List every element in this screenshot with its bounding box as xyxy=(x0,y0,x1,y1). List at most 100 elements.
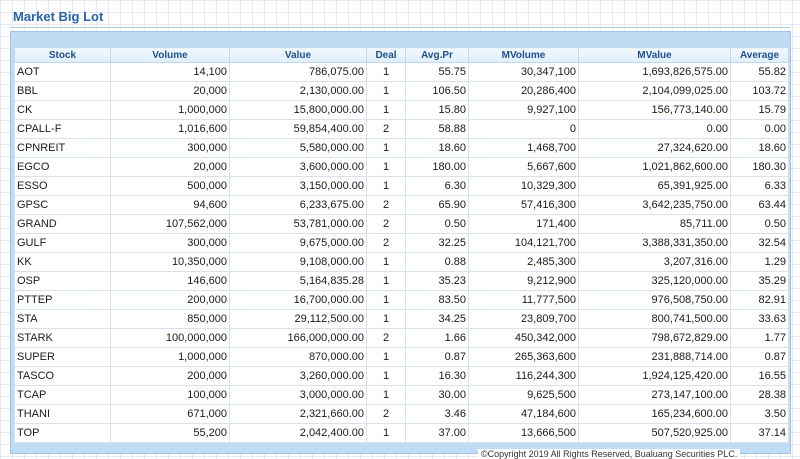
cell-value: 5,164,835.28 xyxy=(229,271,367,291)
cell-stock[interactable]: STARK xyxy=(14,328,111,348)
cell-stock[interactable]: GPSC xyxy=(14,195,111,215)
table-row[interactable]: STARK 100,000,000 166,000,000.00 2 1.66 450,3… xyxy=(14,328,789,348)
cell-volume: 20,000 xyxy=(110,81,230,101)
cell-value: 2,321,660.00 xyxy=(229,404,367,424)
table-row[interactable]: CPALL-F 1,016,600 59,854,400.00 2 58.88 0 0.00… xyxy=(14,119,789,139)
cell-deal: 2 xyxy=(366,328,406,348)
cell-mvalue: 976,508,750.00 xyxy=(578,290,731,310)
cell-mvolume: 23,809,700 xyxy=(468,309,579,329)
cell-mvalue: 2,104,099,025.00 xyxy=(578,81,731,101)
table-row[interactable]: CPNREIT 300,000 5,580,000.00 1 18.60 1,468,70… xyxy=(14,138,789,158)
cell-value: 9,108,000.00 xyxy=(229,252,367,272)
cell-stock[interactable]: TCAP xyxy=(14,385,111,405)
cell-stock[interactable]: AOT xyxy=(14,62,111,82)
table-row[interactable]: OSP 146,600 5,164,835.28 1 35.23 9,212,900 325… xyxy=(14,271,789,291)
cell-deal: 1 xyxy=(366,271,406,291)
cell-value: 16,700,000.00 xyxy=(229,290,367,310)
cell-average: 103.72 xyxy=(730,81,789,101)
cell-stock[interactable]: THANI xyxy=(14,404,111,424)
table-row[interactable]: THANI 671,000 2,321,660.00 2 3.46 47,184,600 1… xyxy=(14,404,789,424)
cell-value: 3,000,000.00 xyxy=(229,385,367,405)
column-header-stock[interactable]: Stock xyxy=(14,47,111,63)
column-header-volume[interactable]: Volume xyxy=(110,47,230,63)
cell-value: 786,075.00 xyxy=(229,62,367,82)
cell-avg-pr: 0.50 xyxy=(405,214,469,234)
cell-avg-pr: 106.50 xyxy=(405,81,469,101)
cell-average: 0.87 xyxy=(730,347,789,367)
cell-deal: 1 xyxy=(366,100,406,120)
table-row[interactable]: BBL 20,000 2,130,000.00 1 106.50 20,286,400 2,… xyxy=(14,81,789,101)
cell-avg-pr: 18.60 xyxy=(405,138,469,158)
cell-value: 29,112,500.00 xyxy=(229,309,367,329)
table-row[interactable]: GRAND 107,562,000 53,781,000.00 2 0.50 171,40… xyxy=(14,214,789,234)
cell-average: 6.33 xyxy=(730,176,789,196)
cell-average: 180.30 xyxy=(730,157,789,177)
cell-mvalue: 800,741,500.00 xyxy=(578,309,731,329)
cell-average: 55.82 xyxy=(730,62,789,82)
table-row[interactable]: AOT 14,100 786,075.00 1 55.75 30,347,100 1,693… xyxy=(14,62,789,82)
cell-deal: 2 xyxy=(366,214,406,234)
cell-mvalue: 165,234,600.00 xyxy=(578,404,731,424)
cell-stock[interactable]: ESSO xyxy=(14,176,111,196)
cell-mvalue: 85,711.00 xyxy=(578,214,731,234)
cell-stock[interactable]: GRAND xyxy=(14,214,111,234)
cell-average: 82.91 xyxy=(730,290,789,310)
table-row[interactable]: PTTEP 200,000 16,700,000.00 1 83.50 11,777,50… xyxy=(14,290,789,310)
cell-stock[interactable]: BBL xyxy=(14,81,111,101)
cell-stock[interactable]: CPALL-F xyxy=(14,119,111,139)
cell-stock[interactable]: KK xyxy=(14,252,111,272)
cell-volume: 107,562,000 xyxy=(110,214,230,234)
cell-volume: 1,000,000 xyxy=(110,100,230,120)
table-row[interactable]: KK 10,350,000 9,108,000.00 1 0.88 2,485,300 3,… xyxy=(14,252,789,272)
cell-mvalue: 3,207,316.00 xyxy=(578,252,731,272)
cell-stock[interactable]: CK xyxy=(14,100,111,120)
table-row[interactable]: STA 850,000 29,112,500.00 1 34.25 23,809,700 8… xyxy=(14,309,789,329)
cell-mvalue: 325,120,000.00 xyxy=(578,271,731,291)
cell-stock[interactable]: TASCO xyxy=(14,366,111,386)
column-header-mvalue[interactable]: MValue xyxy=(578,47,731,63)
cell-mvalue: 798,672,829.00 xyxy=(578,328,731,348)
cell-mvalue: 3,388,331,350.00 xyxy=(578,233,731,253)
table-row[interactable]: CK 1,000,000 15,800,000.00 1 15.80 9,927,100 1… xyxy=(14,100,789,120)
cell-deal: 2 xyxy=(366,119,406,139)
cell-avg-pr: 16.30 xyxy=(405,366,469,386)
cell-volume: 1,016,600 xyxy=(110,119,230,139)
table-row[interactable]: TCAP 100,000 3,000,000.00 1 30.00 9,625,500 27… xyxy=(14,385,789,405)
cell-stock[interactable]: TOP xyxy=(14,423,111,443)
cell-average: 16.55 xyxy=(730,366,789,386)
cell-deal: 1 xyxy=(366,81,406,101)
cell-volume: 1,000,000 xyxy=(110,347,230,367)
big-lot-table: Stock Volume Value Deal Avg.Pr MVolume MValue A… xyxy=(14,47,789,443)
table-row[interactable]: SUPER 1,000,000 870,000.00 1 0.87 265,363,600… xyxy=(14,347,789,367)
cell-avg-pr: 0.88 xyxy=(405,252,469,272)
table-row[interactable]: ESSO 500,000 3,150,000.00 1 6.30 10,329,300 65… xyxy=(14,176,789,196)
table-row[interactable]: EGCO 20,000 3,600,000.00 1 180.00 5,667,600 1,… xyxy=(14,157,789,177)
cell-value: 3,260,000.00 xyxy=(229,366,367,386)
cell-average: 28.38 xyxy=(730,385,789,405)
table-row[interactable]: GULF 300,000 9,675,000.00 2 32.25 104,121,700… xyxy=(14,233,789,253)
cell-volume: 200,000 xyxy=(110,366,230,386)
cell-stock[interactable]: EGCO xyxy=(14,157,111,177)
column-header-avg-pr[interactable]: Avg.Pr xyxy=(405,47,469,63)
column-header-mvolume[interactable]: MVolume xyxy=(468,47,579,63)
table-row[interactable]: GPSC 94,600 6,233,675.00 2 65.90 57,416,300 3,… xyxy=(14,195,789,215)
cell-value: 870,000.00 xyxy=(229,347,367,367)
column-header-average[interactable]: Average xyxy=(730,47,789,63)
cell-stock[interactable]: OSP xyxy=(14,271,111,291)
cell-average: 63.44 xyxy=(730,195,789,215)
column-header-value[interactable]: Value xyxy=(229,47,367,63)
cell-deal: 1 xyxy=(366,347,406,367)
cell-stock[interactable]: GULF xyxy=(14,233,111,253)
table-row[interactable]: TASCO 200,000 3,260,000.00 1 16.30 116,244,30… xyxy=(14,366,789,386)
cell-average: 3.50 xyxy=(730,404,789,424)
cell-mvalue: 0.00 xyxy=(578,119,731,139)
cell-stock[interactable]: STA xyxy=(14,309,111,329)
cell-mvalue: 273,147,100.00 xyxy=(578,385,731,405)
cell-stock[interactable]: CPNREIT xyxy=(14,138,111,158)
cell-stock[interactable]: PTTEP xyxy=(14,290,111,310)
cell-stock[interactable]: SUPER xyxy=(14,347,111,367)
cell-mvalue: 1,924,125,420.00 xyxy=(578,366,731,386)
cell-average: 33.63 xyxy=(730,309,789,329)
table-row[interactable]: TOP 55,200 2,042,400.00 1 37.00 13,666,500 507… xyxy=(14,423,789,443)
column-header-deal[interactable]: Deal xyxy=(366,47,406,63)
